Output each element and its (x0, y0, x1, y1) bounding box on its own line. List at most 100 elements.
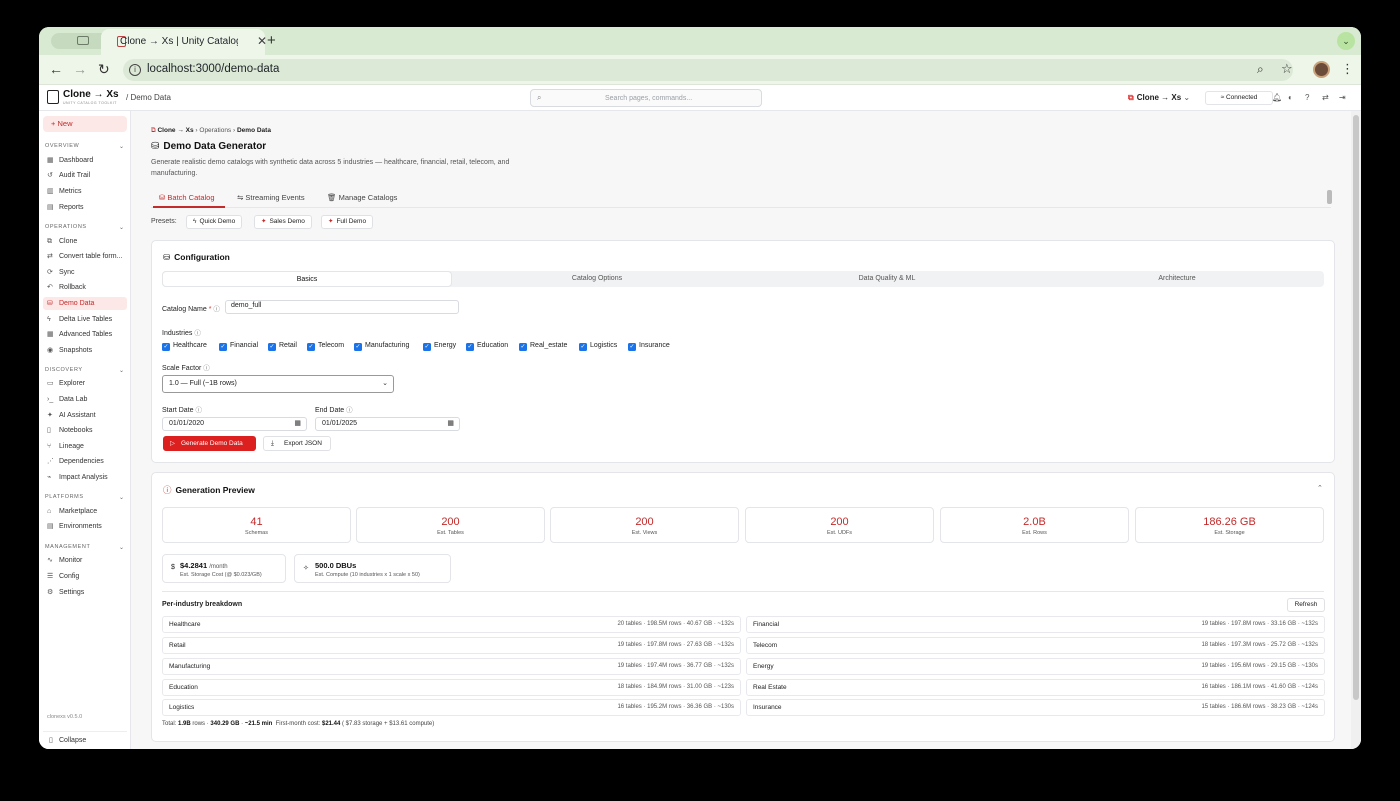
generate-demo-data-button[interactable]: ▷ Generate Demo Data (163, 436, 256, 451)
chevron-down-icon[interactable]: ⌄ (119, 494, 124, 501)
sidebar-item-settings[interactable]: ⚙ Settings (43, 586, 127, 599)
help-icon[interactable]: ⓘ (195, 407, 202, 414)
settings-toggle-icon[interactable]: ⇄ (1322, 93, 1329, 102)
sidebar-item-lineage[interactable]: ⑂ Lineage (43, 440, 127, 453)
collapse-sidebar-button[interactable]: ▯ Collapse (43, 731, 127, 749)
back-icon[interactable]: ← (49, 61, 63, 77)
export-json-button[interactable]: ⤓ Export JSON (263, 436, 331, 451)
calendar-icon[interactable]: ▦ (294, 418, 301, 430)
checkbox-checked-icon[interactable]: ✓ (268, 343, 276, 351)
sidebar-item-environments[interactable]: ▤ Environments (43, 520, 127, 533)
sidebar-item-dashboard[interactable]: ▦ Dashboard (43, 154, 127, 167)
chevron-down-icon[interactable]: ⌄ (119, 367, 124, 374)
sidebar-item-ai-assistant[interactable]: ✦ AI Assistant (43, 409, 127, 422)
sidebar-item-dependencies[interactable]: ⋰ Dependencies (43, 455, 127, 468)
industry-checkbox-logistics[interactable]: ✓ Logistics (579, 342, 617, 351)
tab-manage-catalogs[interactable]: 🗑︎ Manage Catalogs (327, 193, 397, 202)
address-bar[interactable]: i localhost:3000/demo-data ⌕ ☆ (123, 59, 1293, 81)
search-input[interactable]: ⌕ Search pages, commands... (530, 89, 762, 107)
checkbox-checked-icon[interactable]: ✓ (466, 343, 474, 351)
segment-architecture[interactable]: Architecture (1032, 271, 1322, 287)
section-platforms[interactable]: PLATFORMS (45, 494, 84, 500)
new-tab-button[interactable]: + (267, 32, 276, 49)
tabs-scroll-thumb[interactable] (1327, 190, 1332, 204)
sidebar-item-data-lab[interactable]: ›_ Data Lab (43, 393, 127, 406)
scrollbar-thumb[interactable] (1353, 115, 1359, 700)
sidebar-item-explorer[interactable]: ▭ Explorer (43, 377, 127, 390)
url-text[interactable]: localhost:3000/demo-data (147, 63, 279, 75)
help-icon[interactable]: ⓘ (194, 330, 201, 337)
preset-quick-demo-button[interactable]: ϟ Quick Demo (186, 215, 243, 229)
checkbox-checked-icon[interactable]: ✓ (307, 343, 315, 351)
breadcrumb-item[interactable]: Operations (199, 127, 231, 134)
chevron-down-icon[interactable]: ⌄ (119, 143, 124, 150)
sidebar-item-notebooks[interactable]: ▯ Notebooks (43, 424, 127, 437)
zoom-icon[interactable]: ⌕ (1257, 62, 1264, 77)
checkbox-checked-icon[interactable]: ✓ (579, 343, 587, 351)
checkbox-checked-icon[interactable]: ✓ (423, 343, 431, 351)
sidebar-item-clone[interactable]: ⧉ Clone (43, 235, 127, 248)
segment-data-quality-ml[interactable]: Data Quality & ML (742, 271, 1032, 287)
bell-icon[interactable]: 🔔︎ (1272, 93, 1282, 102)
forward-icon[interactable]: → (73, 61, 87, 77)
palette-icon[interactable]: ◐ (1288, 93, 1293, 102)
checkbox-checked-icon[interactable]: ✓ (219, 343, 227, 351)
help-icon[interactable]: ⓘ (213, 306, 220, 313)
industry-checkbox-manufacturing[interactable]: ✓ Manufacturing (354, 342, 409, 351)
generation-preview-title[interactable]: ⓘ Generation Preview (163, 484, 255, 496)
checkbox-checked-icon[interactable]: ✓ (628, 343, 636, 351)
sidebar-item-rollback[interactable]: ↶ Rollback (43, 281, 127, 294)
bookmark-star-icon[interactable]: ☆ (1281, 61, 1293, 77)
industry-checkbox-education[interactable]: ✓ Education (466, 342, 508, 351)
preset-full-demo-button[interactable]: ✦ Full Demo (321, 215, 374, 229)
chevron-up-icon[interactable]: ⌃ (1317, 484, 1323, 492)
industry-checkbox-financial[interactable]: ✓ Financial (219, 342, 258, 351)
section-management[interactable]: MANAGEMENT (45, 544, 90, 550)
scale-factor-select[interactable]: 1.0 — Full (~1B rows) ⌄ (162, 375, 394, 393)
industry-checkbox-real-estate[interactable]: ✓ Real_estate (519, 342, 567, 351)
refresh-button[interactable]: Refresh (1287, 598, 1325, 612)
industry-checkbox-energy[interactable]: ✓ Energy (423, 342, 456, 351)
end-date-input[interactable]: 01/01/2025 ▦ (315, 417, 460, 431)
site-info-icon[interactable]: i (129, 64, 141, 76)
breadcrumb-item[interactable]: Clone → Xs (157, 127, 193, 134)
sidebar-item-demo-data[interactable]: ⛁ Demo Data (43, 297, 127, 310)
tab-search-icon[interactable]: ⌄ (1337, 32, 1355, 50)
catalog-name-input-border[interactable] (225, 300, 459, 314)
logout-icon[interactable]: ⇥ (1339, 93, 1346, 102)
profile-avatar[interactable] (1313, 61, 1330, 78)
browser-menu-icon[interactable]: ⋮ (1341, 61, 1354, 77)
checkbox-checked-icon[interactable]: ✓ (162, 343, 170, 351)
sidebar-item-marketplace[interactable]: ⌂ Marketplace (43, 505, 127, 518)
workspace-switcher[interactable]: ⧉ Clone → Xs ⌄ (1128, 93, 1190, 103)
close-tab-icon[interactable]: ✕ (257, 34, 267, 48)
sidebar-item-delta-live-tables[interactable]: ϟ Delta Live Tables (43, 313, 127, 326)
calendar-icon[interactable]: ▦ (447, 418, 454, 430)
app-logo[interactable]: Clone → Xs (63, 89, 119, 100)
help-icon[interactable]: ? (1305, 93, 1309, 102)
sidebar-item-config[interactable]: ☰ Config (43, 570, 127, 583)
sidebar-item-convert[interactable]: ⇄ Convert table form... (43, 250, 127, 263)
section-discovery[interactable]: DISCOVERY (45, 367, 83, 373)
segment-basics[interactable]: Basics (162, 271, 452, 287)
section-operations[interactable]: OPERATIONS (45, 224, 87, 230)
preset-sales-demo-button[interactable]: ✦ Sales Demo (254, 215, 312, 229)
chevron-down-icon[interactable]: ⌄ (119, 224, 124, 231)
chevron-down-icon[interactable]: ⌄ (119, 544, 124, 551)
new-button[interactable]: + New (43, 116, 127, 132)
page-scrollbar[interactable] (1351, 111, 1361, 749)
start-date-input[interactable]: 01/01/2020 ▦ (162, 417, 307, 431)
section-overview[interactable]: OVERVIEW (45, 143, 79, 149)
sidebar-item-snapshots[interactable]: ◉ Snapshots (43, 344, 127, 357)
sidebar-item-metrics[interactable]: ▥ Metrics (43, 185, 127, 198)
checkbox-checked-icon[interactable]: ✓ (354, 343, 362, 351)
connection-badge[interactable]: ≈ Connected (1205, 91, 1273, 105)
industry-checkbox-insurance[interactable]: ✓ Insurance (628, 342, 670, 351)
sidebar-item-impact-analysis[interactable]: ⌁ Impact Analysis (43, 471, 127, 484)
industry-checkbox-retail[interactable]: ✓ Retail (268, 342, 297, 351)
sidebar-item-audit-trail[interactable]: ↺ Audit Trail (43, 169, 127, 182)
tab-streaming-events[interactable]: ⇋ Streaming Events (237, 193, 305, 202)
segment-catalog-options[interactable]: Catalog Options (452, 271, 742, 287)
sidebar-item-reports[interactable]: ▤ Reports (43, 201, 127, 214)
industry-checkbox-telecom[interactable]: ✓ Telecom (307, 342, 344, 351)
